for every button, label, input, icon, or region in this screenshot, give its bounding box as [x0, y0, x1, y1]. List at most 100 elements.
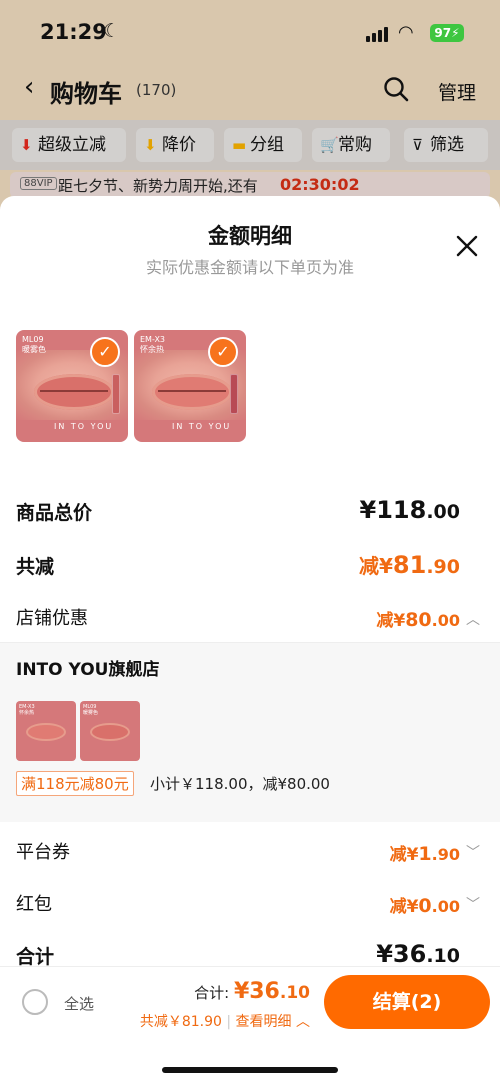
filter-label: 筛选	[430, 135, 464, 155]
shop-discount-label: 店铺优惠	[16, 608, 88, 629]
sheet-title: 金额明细	[208, 224, 292, 248]
red-packet-value[interactable]: 减¥0.00	[390, 892, 460, 917]
battery-level: 97	[434, 26, 452, 40]
vip-badge: 88VIP	[20, 177, 57, 190]
goods-total-value: ¥118.00	[360, 496, 460, 524]
checkout-total: 合计: ¥36.10	[194, 979, 310, 1004]
amount-detail-sheet: 金额明细 实际优惠金额请以下单页为准 ML09 暖雾色 IN TO YOU ✓ E…	[0, 196, 500, 1082]
chevron-up-icon[interactable]: ︿	[296, 1014, 310, 1030]
promo-timer: 02:30:02	[280, 175, 360, 194]
total-discount-value: 减¥81.90	[359, 550, 460, 579]
sum-value: ¥36.10	[376, 940, 460, 968]
filter-group[interactable]: ▬ 分组	[224, 128, 302, 162]
sum-label: 合计	[16, 946, 55, 968]
promo-text: 距七夕节、新势力周开始,还有	[58, 177, 258, 195]
check-icon[interactable]: ✓	[90, 337, 120, 367]
product-code: EM-X3	[140, 335, 166, 344]
down-arrow-icon: ⬇	[20, 136, 33, 154]
shop-discount-value[interactable]: 减¥80.00	[376, 606, 460, 631]
checkout-button[interactable]: 结算(2)	[324, 975, 490, 1029]
total-amount: ¥36.10	[234, 979, 310, 1004]
filter-label: 分组	[250, 135, 284, 155]
amount-int: 0	[418, 895, 432, 917]
amount-dec: .10	[279, 983, 310, 1003]
total-discount-label: 共减	[16, 556, 55, 578]
shop-subtotal: 小计￥118.00，减¥80.00	[150, 775, 330, 793]
filter-icon: ⊽	[412, 136, 423, 154]
checkout-bar: 全选 合计: ¥36.10 共减￥81.90 | 查看明细 ︿ 结算(2)	[0, 966, 500, 1082]
select-all-checkbox[interactable]	[22, 989, 48, 1015]
product-code: ML09	[22, 335, 44, 344]
shop-name: INTO YOU旗舰店	[16, 660, 160, 680]
filter-label: 降价	[162, 135, 196, 155]
platform-coupon-label: 平台券	[16, 842, 70, 863]
price-down-icon: ⬇	[144, 136, 157, 154]
page-title: 购物车	[50, 80, 122, 108]
product-name: 怀余热	[140, 345, 164, 354]
checkout-discount[interactable]: 共减￥81.90 | 查看明细 ︿	[140, 1011, 310, 1031]
view-details-link[interactable]: 查看明细	[236, 1014, 292, 1030]
currency: ¥	[233, 979, 250, 1004]
wifi-icon: ◠	[398, 22, 414, 43]
select-all-label[interactable]: 全选	[64, 993, 94, 1014]
amount-dec: .90	[431, 845, 460, 864]
brand-logo: IN TO YOU	[172, 422, 232, 431]
amount-int: 118	[376, 496, 427, 524]
amount-int: 36	[392, 940, 427, 968]
promo-banner: 88VIP 距七夕节、新势力周开始,还有 02:30:02	[10, 172, 490, 198]
goods-total-label: 商品总价	[16, 502, 93, 524]
shop-discount-detail: INTO YOU旗舰店 EM-X3 怀余热 ML09 暖雾色 满118元减80元 小…	[0, 642, 500, 822]
product-mini-thumbnail: EM-X3 怀余热	[16, 701, 76, 761]
currency: 减¥	[389, 897, 419, 917]
chevron-up-icon[interactable]: ︿	[466, 609, 480, 629]
manage-button[interactable]: 管理	[438, 78, 476, 105]
folder-icon: ▬	[232, 136, 247, 154]
chevron-down-icon[interactable]: ﹀	[466, 894, 480, 914]
signal-icon	[366, 26, 390, 42]
total-label: 合计:	[194, 984, 230, 1002]
amount-int: 1	[418, 843, 432, 865]
product-label: ML09 暖雾色	[83, 704, 98, 716]
currency: 减¥	[376, 611, 406, 631]
product-mini-thumbnail: ML09 暖雾色	[80, 701, 140, 761]
currency: ¥	[376, 940, 393, 968]
check-icon[interactable]: ✓	[208, 337, 238, 367]
currency: 减¥	[359, 554, 393, 578]
amount-int: 80	[405, 609, 432, 631]
moon-icon: ☾	[103, 20, 121, 42]
filter-price-drop[interactable]: ⬇ 降价	[136, 128, 214, 162]
sheet-subtitle: 实际优惠金额请以下单页为准	[145, 258, 354, 277]
filter-super-discount[interactable]: ⬇ 超级立减	[12, 128, 126, 162]
amount-int: 36	[249, 979, 280, 1004]
cart-count: (170)	[136, 81, 177, 99]
filter-screen[interactable]: ⊽ 筛选	[404, 128, 488, 162]
chevron-down-icon[interactable]: ﹀	[466, 842, 480, 862]
amount-dec: .90	[426, 556, 460, 578]
amount-dec: .10	[426, 945, 460, 967]
status-time: 21:29	[40, 20, 107, 44]
filter-frequent[interactable]: 🛒常购	[312, 128, 390, 162]
amount-dec: .00	[431, 611, 460, 630]
discount-text: 共减￥81.90	[139, 1014, 222, 1030]
search-icon[interactable]	[383, 76, 409, 102]
filter-bar: ⬇ 超级立减 ⬇ 降价 ▬ 分组 🛒常购 ⊽ 筛选	[0, 120, 500, 170]
filter-label: 超级立减	[38, 135, 106, 155]
shop-coupon-tag: 满118元减80元	[16, 771, 134, 796]
product-label: ML09 暖雾色	[22, 335, 46, 355]
product-name: 暖雾色	[83, 710, 99, 716]
brand-logo: IN TO YOU	[54, 422, 114, 431]
close-icon[interactable]	[455, 234, 479, 258]
currency: ¥	[359, 496, 377, 524]
amount-dec: .00	[426, 501, 460, 523]
amount-dec: .00	[431, 897, 460, 916]
back-icon[interactable]: ‹	[24, 72, 34, 102]
product-name: 暖雾色	[22, 345, 46, 354]
amount-int: 81	[392, 551, 427, 579]
product-name: 怀余热	[19, 710, 35, 716]
product-label: EM-X3 怀余热	[140, 335, 165, 355]
home-indicator	[162, 1067, 338, 1073]
platform-coupon-value[interactable]: 减¥1.90	[390, 840, 460, 865]
product-label: EM-X3 怀余热	[19, 704, 35, 716]
currency: 减¥	[389, 845, 419, 865]
red-packet-label: 红包	[16, 894, 52, 915]
